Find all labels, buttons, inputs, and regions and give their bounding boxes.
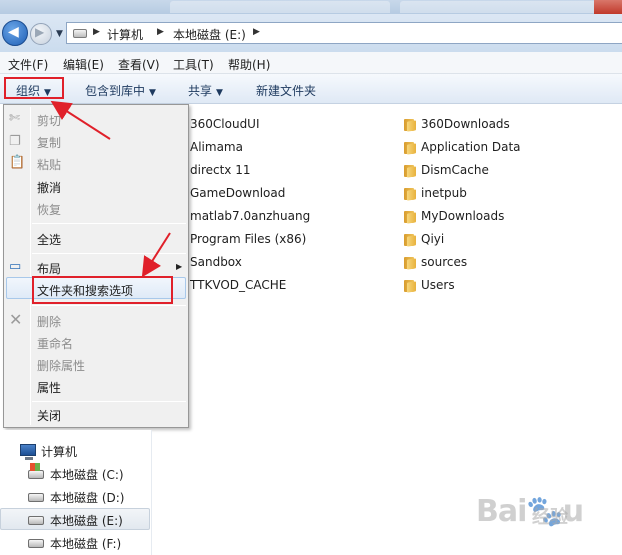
list-item[interactable]: 360CloudUI: [190, 117, 260, 131]
menu-gutter: [30, 107, 31, 425]
menu-file[interactable]: 文件(F): [8, 56, 48, 73]
organize-menu: ✄ 剪切 ❐ 复制 📋 粘贴 撤消 恢复 全选 ▭ 布局 ▶ 文件夹和搜索选项 …: [3, 104, 189, 428]
include-label: 包含到库中: [85, 84, 146, 98]
folder-icon: [404, 164, 416, 178]
annotation-highlight-folder-options: [32, 276, 173, 304]
close-button[interactable]: [594, 0, 622, 14]
baidu-watermark-jingyan: 经验: [532, 507, 568, 528]
paste-icon: 📋: [9, 155, 26, 170]
drive-icon: [73, 29, 87, 38]
list-item[interactable]: GameDownload: [190, 186, 285, 200]
history-dropdown-icon[interactable]: ▼: [56, 29, 63, 39]
address-bar[interactable]: ▶ 计算机 ▶ 本地磁盘 (E:) ▶: [66, 22, 622, 44]
folder-icon: [404, 256, 416, 270]
menu-item-close[interactable]: 关闭: [37, 407, 61, 424]
menu-tools[interactable]: 工具(T): [173, 56, 214, 73]
window-title-bar: [0, 0, 622, 14]
menu-item-cut[interactable]: 剪切: [37, 112, 61, 129]
scissors-icon: ✄: [9, 111, 20, 126]
delete-x-icon: ✕: [9, 310, 23, 329]
menu-separator: [32, 305, 186, 306]
list-item[interactable]: DismCache: [421, 163, 489, 177]
chevron-down-icon: ▼: [149, 88, 156, 98]
menu-view[interactable]: 查看(V): [118, 56, 160, 73]
background-tab: [170, 1, 390, 13]
list-item[interactable]: Sandbox: [190, 255, 242, 269]
back-arrow-icon: ◀: [8, 24, 19, 40]
menu-separator: [32, 223, 186, 224]
command-bar: 组织 ▼ 包含到库中 ▼ 共享 ▼ 新建文件夹: [0, 74, 622, 104]
drive-e-icon: [28, 516, 44, 525]
breadcrumb-computer[interactable]: 计算机: [107, 26, 143, 43]
nav-item-drive-f[interactable]: 本地磁盘 (F:): [50, 535, 121, 552]
menu-item-undo[interactable]: 撤消: [37, 179, 61, 196]
list-item[interactable]: inetpub: [421, 186, 467, 200]
list-item[interactable]: Alimama: [190, 140, 243, 154]
copy-icon: ❐: [9, 134, 21, 149]
chevron-down-icon: ▼: [216, 88, 223, 98]
menu-item-select-all[interactable]: 全选: [37, 231, 61, 248]
list-item[interactable]: Qiyi: [421, 232, 444, 246]
menu-item-redo[interactable]: 恢复: [37, 201, 61, 218]
nav-item-drive-d[interactable]: 本地磁盘 (D:): [50, 489, 124, 506]
breadcrumb-arrow-icon[interactable]: ▶: [93, 27, 100, 37]
list-item[interactable]: Application Data: [421, 140, 521, 154]
menu-item-delete[interactable]: 删除: [37, 313, 61, 330]
list-item[interactable]: Users: [421, 278, 455, 292]
menu-item-properties[interactable]: 属性: [37, 379, 61, 396]
share-label: 共享: [188, 84, 213, 98]
layout-icon: ▭: [9, 259, 22, 274]
folder-icon: [404, 210, 416, 224]
forward-button[interactable]: ▶: [30, 23, 52, 45]
computer-icon: [20, 444, 36, 460]
submenu-arrow-icon: ▶: [176, 262, 183, 271]
back-button[interactable]: ◀: [2, 20, 28, 46]
breadcrumb-drive-e[interactable]: 本地磁盘 (E:): [173, 26, 246, 43]
menu-item-paste[interactable]: 粘贴: [37, 156, 61, 173]
folder-icon: [404, 141, 416, 155]
windows-flag-icon: [30, 463, 40, 471]
folder-icon: [404, 233, 416, 247]
annotation-highlight-organize: [4, 77, 64, 99]
menu-item-remove-properties[interactable]: 删除属性: [37, 357, 85, 374]
list-item[interactable]: 360Downloads: [421, 117, 510, 131]
share-button[interactable]: 共享 ▼: [188, 82, 223, 99]
menu-edit[interactable]: 编辑(E): [63, 56, 104, 73]
folder-icon: [404, 279, 416, 293]
menu-separator: [32, 253, 186, 254]
nav-item-drive-e[interactable]: 本地磁盘 (E:): [50, 512, 123, 529]
breadcrumb-arrow-icon[interactable]: ▶: [157, 27, 164, 37]
list-item[interactable]: MyDownloads: [421, 209, 504, 223]
list-item[interactable]: sources: [421, 255, 467, 269]
nav-item-drive-c[interactable]: 本地磁盘 (C:): [50, 466, 124, 483]
navigation-bar: ◀ ▶ ▼ ▶ 计算机 ▶ 本地磁盘 (E:) ▶: [0, 14, 622, 52]
menu-bar: 文件(F) 编辑(E) 查看(V) 工具(T) 帮助(H): [0, 52, 622, 74]
menu-item-copy[interactable]: 复制: [37, 134, 61, 151]
include-in-library-button[interactable]: 包含到库中 ▼: [85, 82, 156, 99]
drive-c-icon: [28, 470, 44, 479]
drive-f-icon: [28, 539, 44, 548]
list-item[interactable]: TTKVOD_CACHE: [190, 278, 286, 292]
menu-separator: [32, 401, 186, 402]
menu-item-rename[interactable]: 重命名: [37, 335, 73, 352]
list-item[interactable]: matlab7.0anzhuang: [190, 209, 310, 223]
menu-item-layout[interactable]: 布局: [37, 260, 61, 277]
list-item[interactable]: Program Files (x86): [190, 232, 306, 246]
drive-d-icon: [28, 493, 44, 502]
folder-icon: [404, 118, 416, 132]
breadcrumb-arrow-icon[interactable]: ▶: [253, 27, 260, 37]
nav-item-computer[interactable]: 计算机: [41, 443, 77, 460]
list-item[interactable]: directx 11: [190, 163, 251, 177]
menu-help[interactable]: 帮助(H): [228, 56, 270, 73]
background-tab: [400, 1, 600, 13]
forward-arrow-icon: ▶: [35, 25, 45, 39]
new-folder-button[interactable]: 新建文件夹: [256, 82, 316, 99]
folder-icon: [404, 187, 416, 201]
